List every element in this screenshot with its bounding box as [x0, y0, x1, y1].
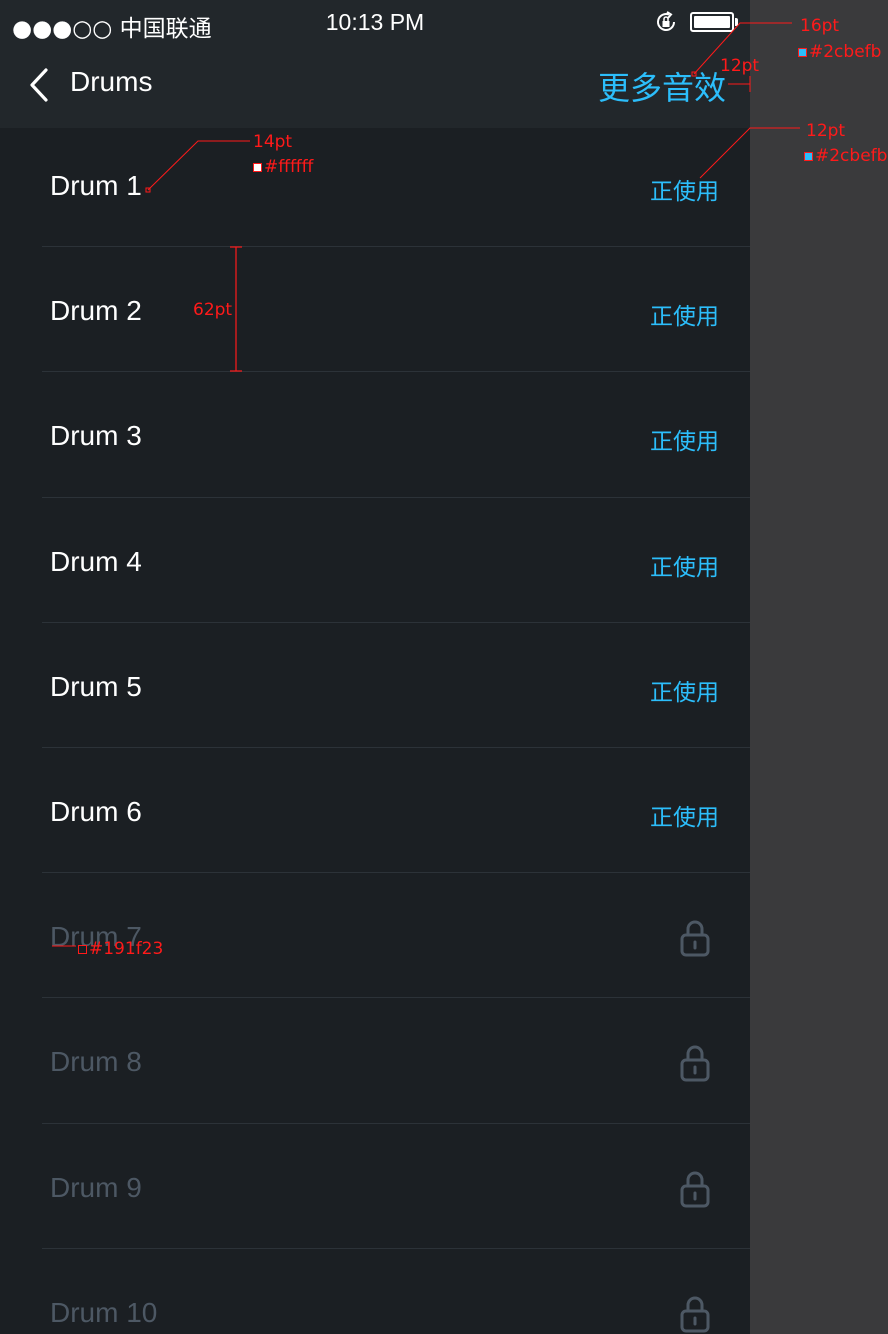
drum-label: Drum 5 [50, 670, 142, 702]
annotation-title-color-text: #2cbefb [809, 42, 882, 62]
color-swatch [253, 163, 262, 172]
annotation-action-color: #2cbefb [804, 146, 887, 166]
color-swatch [798, 48, 807, 57]
in-use-button[interactable]: 正使用 [650, 297, 719, 331]
annotation-action-size: 12pt [806, 121, 846, 141]
status-time: 10:13 PM [325, 9, 425, 35]
annotation-action-color-text: #2cbefb [815, 146, 888, 166]
list-item[interactable]: Drum 6 正使用 [0, 748, 750, 874]
list-item[interactable]: Drum 3 正使用 [0, 372, 750, 498]
battery-tip [735, 18, 738, 26]
annotation-right-margin: 12pt [720, 56, 760, 76]
in-use-button[interactable]: 正使用 [650, 798, 719, 832]
drum-label: Drum 1 [50, 170, 142, 201]
lock-icon [679, 917, 711, 957]
drum-label: Drum 4 [50, 545, 142, 577]
battery-icon [690, 12, 734, 32]
phone-screen: ●●●○○ 中国联通 10:13 PM Drums 更多音效 Drum 1 正使用… [0, 0, 750, 1334]
annotation-locked-color: #191f23 [78, 939, 163, 959]
lock-icon [679, 1168, 711, 1208]
status-bar: ●●●○○ 中国联通 10:13 PM [0, 0, 750, 42]
annotation-title-size: 16pt [800, 16, 840, 36]
list-item[interactable]: Drum 2 正使用 [0, 247, 750, 373]
list-item[interactable]: Drum 1 正使用 [0, 122, 750, 248]
annotation-item-color-text: #ffffff [264, 157, 314, 177]
top-bar: ●●●○○ 中国联通 10:13 PM Drums 更多音效 [0, 0, 750, 128]
drum-label: Drum 6 [50, 795, 142, 827]
annotation-title-color: #2cbefb [798, 42, 881, 62]
list-item[interactable]: Drum 4 正使用 [0, 498, 750, 623]
lock-icon [679, 1293, 711, 1333]
drum-list: Drum 1 正使用 Drum 2 正使用 Drum 3 正使用 Drum 4 正使用 Drum… [0, 122, 750, 1334]
drum-label: Drum 8 [50, 1046, 142, 1078]
back-chevron-icon[interactable] [26, 66, 54, 104]
drum-label: Drum 3 [50, 420, 142, 452]
annotation-locked-color-text: #191f23 [89, 939, 164, 959]
page-title: Drums [70, 66, 153, 97]
rotation-lock-icon [657, 11, 675, 31]
list-item[interactable]: Drum 8 [0, 998, 750, 1124]
annotation-row-height: 62pt [193, 300, 233, 320]
lock-icon [679, 1042, 711, 1082]
color-swatch [804, 152, 813, 161]
annotation-item-size: 14pt [253, 132, 293, 152]
drum-label: Drum 2 [50, 295, 142, 327]
color-swatch [78, 945, 87, 954]
in-use-button[interactable]: 正使用 [650, 673, 719, 707]
list-item[interactable]: Drum 7 [0, 873, 750, 999]
list-item[interactable]: Drum 10 [0, 1249, 750, 1334]
drum-label: Drum 10 [50, 1296, 158, 1328]
more-sounds-button[interactable]: 更多音效 [598, 63, 726, 109]
annotation-item-color: #ffffff [253, 157, 313, 177]
drum-label: Drum 9 [50, 1171, 142, 1203]
in-use-button[interactable]: 正使用 [650, 172, 719, 206]
in-use-button[interactable]: 正使用 [650, 548, 719, 582]
in-use-button[interactable]: 正使用 [650, 422, 719, 456]
list-item[interactable]: Drum 9 [0, 1124, 750, 1249]
list-item[interactable]: Drum 5 正使用 [0, 623, 750, 748]
